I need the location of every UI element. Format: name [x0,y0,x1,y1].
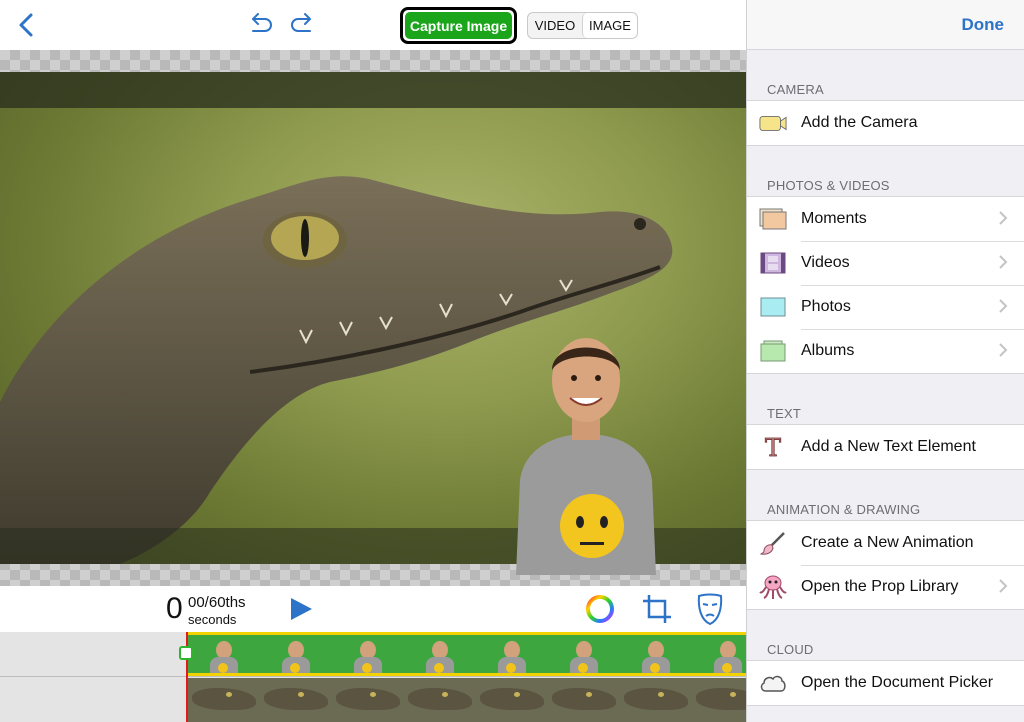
time-fraction: 00/60ths [188,594,246,611]
track-thumbnail [332,678,404,722]
capture-image-button[interactable]: Capture Image [400,7,517,44]
mode-segmented-control: VIDEO IMAGE [527,12,638,39]
canvas-stage[interactable] [0,50,746,586]
film-strip-icon [759,252,787,274]
photo-icon [759,296,787,318]
redo-icon[interactable] [288,10,318,40]
cloud-group: Open the Document Picker [747,660,1024,706]
track-thumbnail [260,635,332,673]
video-camera-icon [759,112,787,134]
track-thumbnail [404,635,476,673]
moments-row[interactable]: Moments [747,197,1024,241]
albums-label: Albums [801,342,855,359]
timeline-track-background[interactable] [188,678,746,722]
album-stack-icon [759,340,787,362]
track-thumbnail [260,678,332,722]
chevron-right-icon [999,299,1008,313]
videos-row[interactable]: Videos [747,241,1024,285]
add-text-label: Add a New Text Element [801,438,976,455]
playback-bar: 0 00/60ths seconds [0,586,746,632]
insert-panel: Done CAMERA Add the Camera PHOTOS & VIDE… [746,0,1024,722]
done-button[interactable]: Done [962,15,1005,35]
add-camera-label: Add the Camera [801,114,918,131]
color-wheel-icon[interactable] [585,594,615,624]
track-thumbnail [188,678,260,722]
section-title-camera: CAMERA [767,82,824,97]
camera-group: Add the Camera [747,100,1024,146]
document-picker-row[interactable]: Open the Document Picker [747,661,1024,705]
create-animation-label: Create a New Animation [801,534,974,551]
track-thumbnail [620,678,692,722]
time-seconds: 0 [166,592,183,625]
prop-library-label: Open the Prop Library [801,578,959,595]
panel-header: Done [747,0,1024,50]
section-title-animation-drawing: ANIMATION & DRAWING [767,502,921,517]
photos-label: Photos [801,298,851,315]
animation-drawing-group: Create a New Animation Open the Prop Lib… [747,520,1024,610]
photos-row[interactable]: Photos [747,285,1024,329]
overlay-top-band [0,72,746,108]
section-title-photos-videos: PHOTOS & VIDEOS [767,178,890,193]
undo-icon[interactable] [245,10,275,40]
play-icon[interactable] [288,596,314,622]
track-thumbnail [332,635,404,673]
track-start-handle[interactable] [179,646,193,660]
svg-text:T: T [765,435,781,459]
section-title-text: TEXT [767,406,802,421]
photos-videos-group: Moments Videos Photos Albums [747,196,1024,374]
mask-icon[interactable] [695,592,725,626]
text-group: T Add a New Text Element [747,424,1024,470]
time-unit-label: seconds [188,612,237,627]
octopus-icon [759,575,787,599]
moments-label: Moments [801,210,867,227]
create-animation-row[interactable]: Create a New Animation [747,521,1024,565]
back-chevron-icon[interactable] [12,10,42,40]
track-thumbnail [404,678,476,722]
document-picker-label: Open the Document Picker [801,674,994,691]
chevron-right-icon [999,579,1008,593]
capture-image-label: Capture Image [405,12,512,39]
green-screen-boy-layer[interactable] [512,330,660,575]
prop-library-row[interactable]: Open the Prop Library [747,565,1024,609]
add-camera-row[interactable]: Add the Camera [747,101,1024,145]
chevron-right-icon [999,343,1008,357]
track-thumbnail [188,635,260,673]
videos-label: Videos [801,254,850,271]
section-title-cloud: CLOUD [767,642,814,657]
mode-image-segment[interactable]: IMAGE [582,13,637,38]
editor-area: Capture Image VIDEO IMAGE 0 00/60ths sec… [0,0,746,722]
top-toolbar: Capture Image VIDEO IMAGE [0,0,746,50]
track-thumbnail [548,678,620,722]
track-thumbnail [620,635,692,673]
track-thumbnail [476,678,548,722]
timeline[interactable] [0,632,746,722]
crop-icon[interactable] [640,592,674,626]
paintbrush-icon [759,532,787,555]
track-thumbnail [692,635,746,673]
albums-row[interactable]: Albums [747,329,1024,373]
track-thumbnail [476,635,548,673]
track-thumbnail [548,635,620,673]
text-t-icon: T [759,435,787,459]
add-text-row[interactable]: T Add a New Text Element [747,425,1024,469]
timeline-track-green-screen[interactable] [188,632,746,676]
track-divider [0,676,746,677]
chevron-right-icon [999,255,1008,269]
moments-icon [759,208,787,230]
chevron-right-icon [999,211,1008,225]
track-thumbnail [692,678,746,722]
cloud-icon [759,672,787,694]
mode-video-segment[interactable]: VIDEO [528,13,582,38]
